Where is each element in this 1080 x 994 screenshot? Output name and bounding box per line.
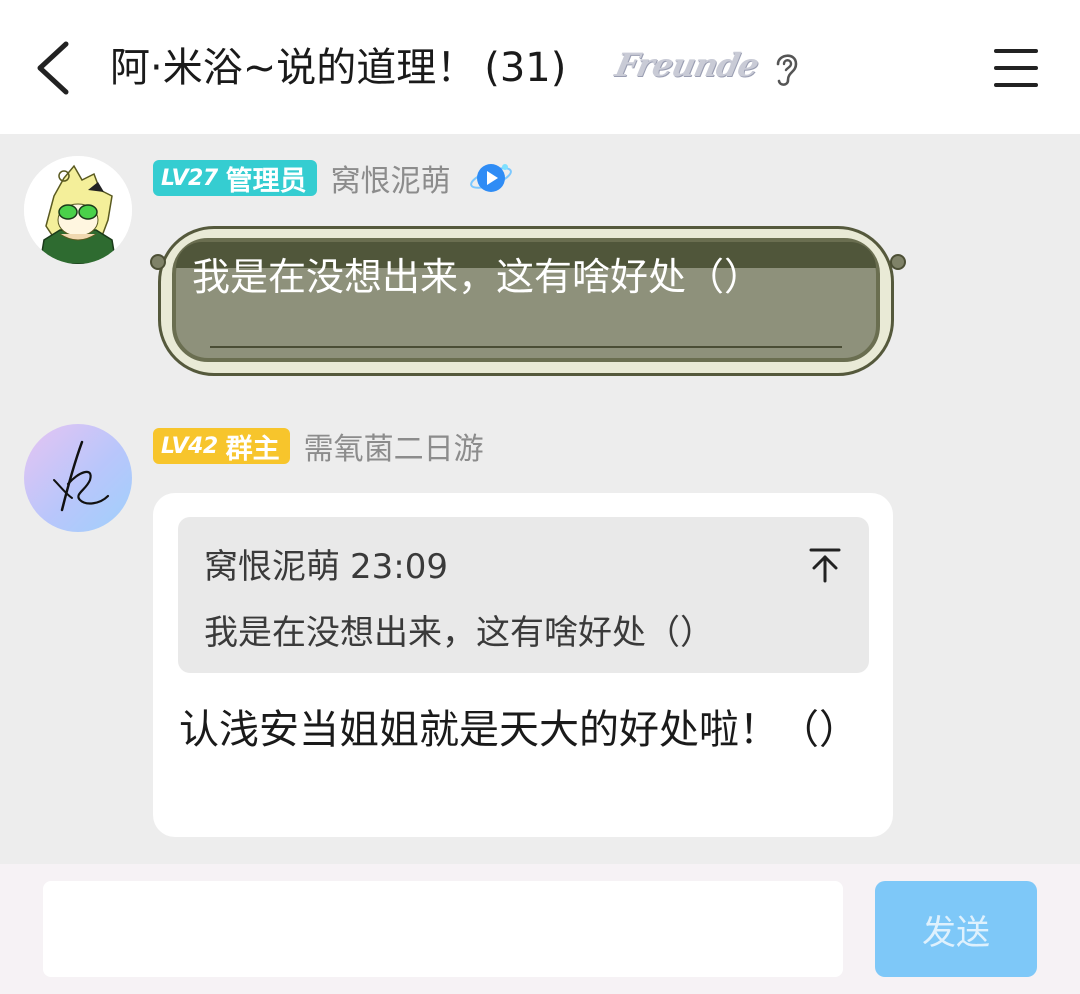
message-meta: LV27 管理员 窝恨泥萌	[153, 156, 513, 200]
level-label: LV42	[161, 433, 218, 459]
bubble-divider	[210, 346, 842, 348]
message-bubble[interactable]: 窝恨泥萌 23:09 我是在没想出来，这有啥好处（） 认浅安当姐姐就是天大的好处啦…	[153, 493, 893, 837]
quote-header: 窝恨泥萌 23:09	[204, 539, 448, 588]
sender-name[interactable]: 需氧菌二日游	[304, 424, 484, 468]
quote-time: 23:09	[350, 547, 448, 587]
hamburger-menu-icon[interactable]	[992, 46, 1040, 90]
message-bubble[interactable]: 我是在没想出来，这有啥好处（）	[150, 224, 910, 380]
composer-bar: 发送	[0, 864, 1080, 994]
member-count: (31)	[484, 45, 567, 91]
avatar[interactable]	[24, 156, 132, 264]
quote-sender: 窝恨泥萌	[204, 547, 340, 587]
group-name: 阿·米浴~说的道理！	[110, 45, 477, 91]
anime-avatar-icon	[24, 156, 132, 264]
message-input[interactable]	[43, 881, 843, 977]
bubble-ornament	[890, 254, 906, 270]
chat-title[interactable]: 阿·米浴~说的道理！ (31)	[110, 42, 566, 94]
send-button[interactable]: 发送	[875, 881, 1037, 977]
avatar[interactable]	[24, 424, 132, 532]
play-planet-icon	[469, 164, 512, 192]
bubble-ornament	[150, 254, 166, 270]
level-label: LV27	[161, 165, 218, 191]
message-text: 认浅安当姐姐就是天大的好处啦！（）	[179, 707, 859, 753]
group-badge: Freunde	[611, 46, 762, 84]
message-meta: LV42 群主 需氧菌二日游	[153, 424, 484, 468]
signature-avatar-icon	[53, 440, 110, 512]
level-role-badge: LV27 管理员	[153, 160, 317, 197]
quote-text: 我是在没想出来，这有啥好处（）	[204, 613, 714, 653]
chat-header: 阿·米浴~说的道理！ (31) Freunde	[0, 0, 1080, 134]
ear-icon[interactable]	[770, 48, 802, 88]
back-icon[interactable]	[30, 38, 80, 98]
role-label: 管理员	[225, 165, 307, 197]
sender-name[interactable]: 窝恨泥萌	[331, 156, 451, 200]
quoted-message[interactable]: 窝恨泥萌 23:09 我是在没想出来，这有啥好处（）	[178, 517, 869, 673]
message-text: 我是在没想出来，这有啥好处（）	[192, 255, 763, 299]
jump-to-top-icon[interactable]	[809, 547, 841, 583]
role-label: 群主	[225, 433, 280, 465]
level-role-badge: LV42 群主	[153, 428, 290, 465]
